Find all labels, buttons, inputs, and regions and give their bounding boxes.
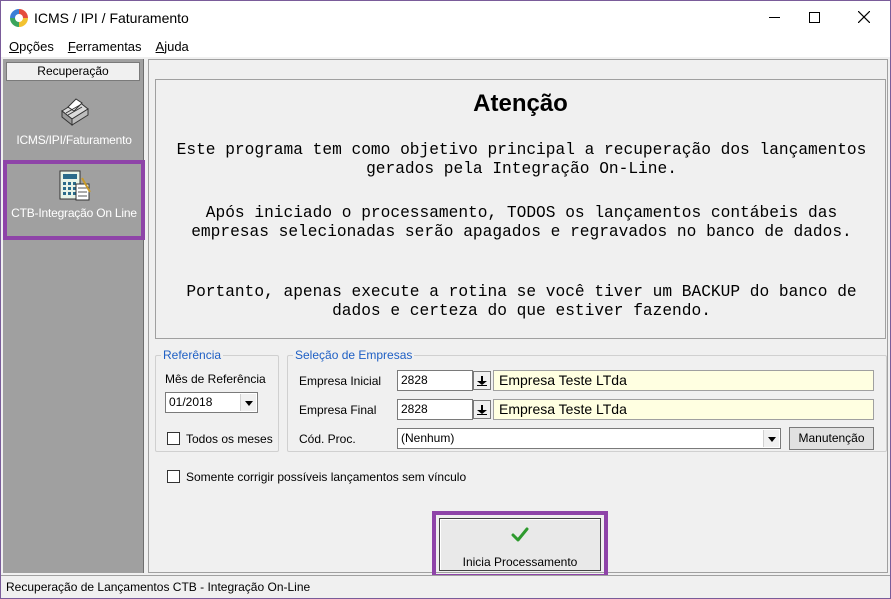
manutencao-button[interactable]: Manutenção [789,427,874,450]
empresa-inicial-code-input[interactable]: 2828 [397,370,473,391]
cod-proc-value: (Nenhum) [401,431,455,445]
warning-title: Atenção [473,90,568,117]
empresa-final-code-input[interactable]: 2828 [397,399,473,420]
cod-proc-label: Cód. Proc. [299,432,356,446]
inicia-processamento-label: Inicia Processamento [462,555,578,569]
close-button[interactable] [841,1,887,33]
sidebar-item-ctb-integracao[interactable]: CTB-Integração On Line [3,160,145,240]
menu-ajuda-label: juda [164,38,189,54]
menu-opcoes[interactable]: Opções [9,39,54,54]
start-button-highlight: Inicia Processamento [432,511,608,578]
referencia-legend: Referência [163,348,222,362]
warning-panel: Atenção Este programa tem como objetivo … [155,79,886,339]
download-arrow-icon [477,385,487,386]
minimize-icon [768,16,780,18]
chevron-down-icon[interactable] [763,430,779,447]
selecao-empresas-legend: Seleção de Empresas [295,348,413,362]
main-content: Atenção Este programa tem como objetivo … [148,59,888,578]
app-window: ICMS / IPI / Faturamento Opções Ferramen… [0,0,891,599]
inicia-processamento-button[interactable]: Inicia Processamento [439,518,601,571]
cod-proc-select[interactable]: (Nenhum) [397,428,781,449]
download-arrow-icon [477,414,487,415]
warning-paragraph-3: Portanto, apenas execute a rotina se voc… [186,283,857,320]
sidebar-header[interactable]: Recuperação [6,62,140,81]
empresa-final-label: Empresa Final [299,403,377,417]
chevron-down-icon[interactable] [240,394,256,411]
sidebar: Recuperação ICMS/IPI/Faturamento CTB-Int… [3,59,145,573]
menu-ajuda-accel: A [155,38,165,54]
todos-meses-checkbox[interactable] [167,432,180,445]
app-logo-icon [10,9,28,27]
sidebar-item-label: CTB-Integração On Line [11,206,137,220]
content-frame: Atenção Este programa tem como objetivo … [148,59,888,578]
menu-ferramentas-label: erramentas [75,38,142,54]
window-title: ICMS / IPI / Faturamento [34,10,189,26]
maximize-icon [808,11,820,23]
warning-paragraph-2: Após iniciado o processamento, TODOS os … [191,204,852,241]
printer-icon [56,95,92,129]
title-bar: ICMS / IPI / Faturamento [1,1,890,35]
menu-opcoes-accel: O [9,38,20,54]
todos-meses-label: Todos os meses [186,432,273,446]
menu-ferramentas-accel: F [67,38,76,54]
warning-paragraph-1: Este programa tem como objetivo principa… [176,141,867,178]
mes-referencia-select[interactable]: 01/2018 [165,392,258,413]
somente-corrigir-label: Somente corrigir possíveis lançamentos s… [186,470,467,484]
mes-referencia-label: Mês de Referência [165,372,266,386]
sidebar-item-icms-ipi-faturamento[interactable]: ICMS/IPI/Faturamento [6,95,142,157]
menu-ferramentas[interactable]: Ferramentas [68,39,142,54]
empresa-final-lookup-button[interactable] [473,400,491,419]
menu-bar: Opções Ferramentas Ajuda [1,35,890,57]
close-icon [858,11,870,23]
menu-ajuda[interactable]: Ajuda [156,39,189,54]
mes-referencia-value: 01/2018 [169,395,213,409]
status-bar: Recuperação de Lançamentos CTB - Integra… [1,575,890,598]
somente-corrigir-checkbox[interactable] [167,470,180,483]
empresa-inicial-label: Empresa Inicial [299,374,382,388]
sidebar-item-label: ICMS/IPI/Faturamento [16,133,132,147]
menu-opcoes-label: pções [19,38,54,54]
empresa-inicial-lookup-button[interactable] [473,371,491,390]
empresa-inicial-name: Empresa Teste LTda [493,370,874,391]
calculator-ledger-icon [56,168,92,202]
green-checkmark-icon [511,527,529,542]
maximize-button[interactable] [791,1,837,33]
empresa-final-name: Empresa Teste LTda [493,399,874,420]
